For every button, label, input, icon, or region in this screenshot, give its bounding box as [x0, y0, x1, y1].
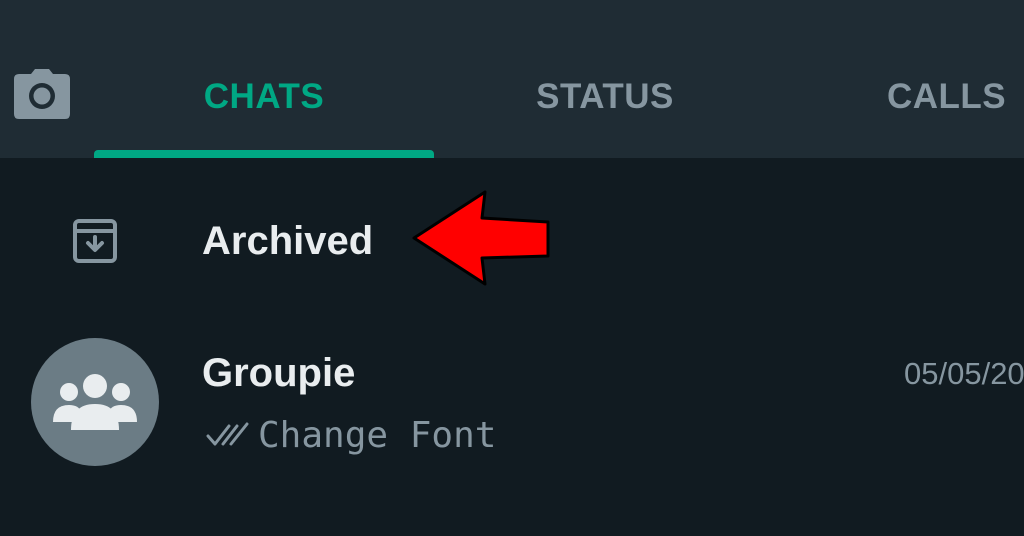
- group-icon: [53, 374, 137, 430]
- archived-label: Archived: [202, 219, 374, 263]
- avatar[interactable]: [31, 338, 159, 466]
- tab-chats[interactable]: CHATS: [94, 72, 434, 122]
- camera-icon[interactable]: [13, 68, 71, 120]
- active-tab-indicator: [94, 150, 434, 158]
- red-arrow-icon: [412, 190, 550, 286]
- chat-row[interactable]: Groupie 05/05/20 Change Font: [0, 318, 1024, 498]
- chat-date: 05/05/20: [904, 356, 1024, 391]
- tab-status[interactable]: STATUS: [470, 72, 740, 122]
- top-bar: CHATS STATUS CALLS: [0, 0, 1024, 158]
- chat-preview: Change Font: [258, 415, 497, 456]
- double-check-icon: [206, 422, 249, 446]
- archive-box-icon: [73, 219, 117, 263]
- chat-name: Groupie: [202, 351, 356, 395]
- tab-calls[interactable]: CALLS: [860, 72, 1024, 122]
